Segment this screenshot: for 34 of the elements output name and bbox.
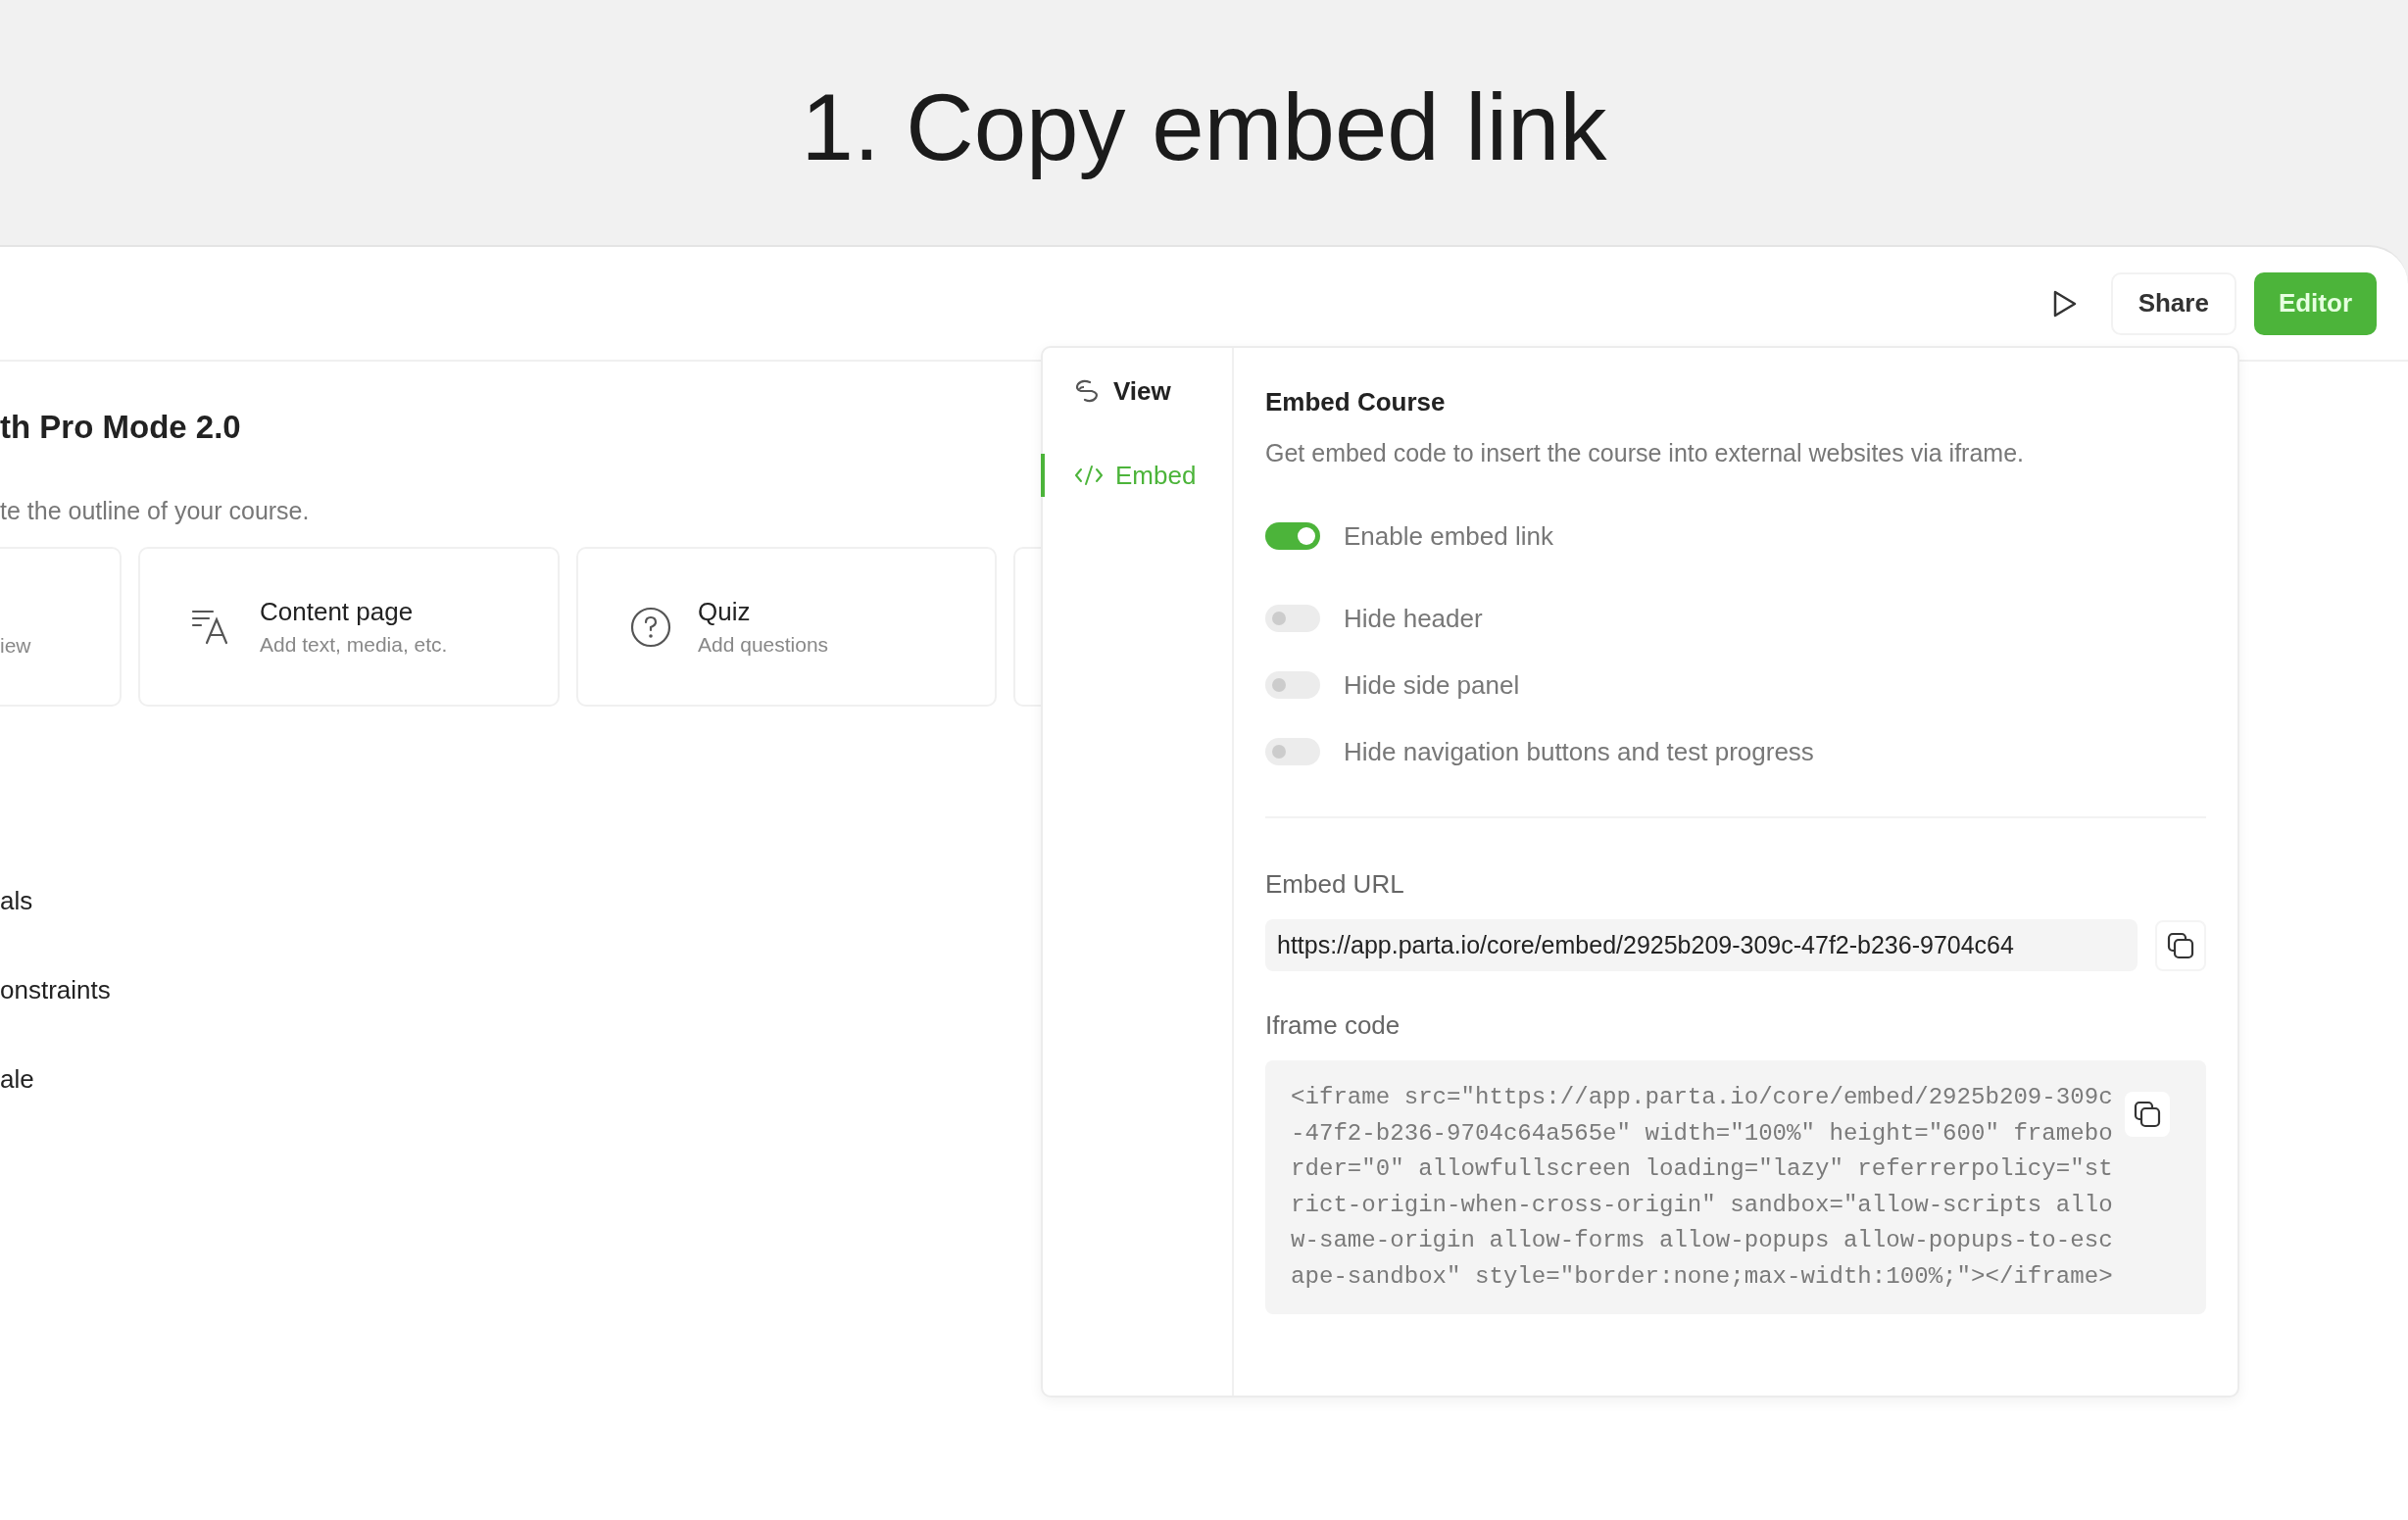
toggle-label: Hide side panel	[1344, 669, 1520, 701]
toggle-switch[interactable]	[1265, 671, 1320, 699]
course-title: th Pro Mode 2.0	[0, 409, 241, 446]
card-title: Content page	[260, 597, 415, 627]
code-icon	[1074, 464, 1104, 487]
copy-button[interactable]	[2155, 919, 2206, 971]
card[interactable]: Content page Add text, media, etc.	[138, 547, 560, 707]
toggle-label: Hide navigation buttons and test progress	[1344, 736, 1814, 767]
nav-tab[interactable]: View	[1041, 369, 1232, 413]
section-title: Embed Course	[1265, 387, 1447, 417]
card[interactable]: Quiz Add questions	[576, 547, 997, 707]
section-description: Get embed code to insert the course into external websites via iframe.	[1265, 439, 2025, 467]
page-heading: 1. Copy embed link	[801, 74, 1607, 181]
toggle-label: Hide header	[1344, 603, 1483, 634]
toggle-label: Enable embed link	[1344, 520, 1553, 552]
play-icon[interactable]	[2051, 288, 2078, 319]
code-text: <iframe src="https://app.parta.io/core/embed/2925b209-309c-47f2-b236-9704c64a565e" width="100%" height="600" frameborder="0" allowfullscreen loading="lazy" referrerpolicy="strict-origin-when-cross-origin" sandbox="allow-scripts allow-same-origin allow-forms allow-popups allow-popups-to-escape-sandbox" style="border:none;max-width:100%;"></iframe>	[1291, 1083, 2113, 1292]
card-description: iew	[0, 633, 31, 658]
url-field[interactable]: https://app.parta.io/core/embed/2925b209-309c-47f2-b236-9704c64	[1265, 919, 2138, 971]
toggle-switch[interactable]	[1265, 605, 1320, 632]
card-title: Quiz	[698, 597, 752, 627]
copy-button[interactable]	[2124, 1092, 2170, 1137]
toggle-switch[interactable]	[1265, 522, 1320, 550]
card[interactable]: iew	[0, 547, 122, 707]
copy-icon	[2166, 930, 2195, 960]
card-description: Add text, media, etc.	[260, 633, 448, 657]
question-icon	[629, 605, 672, 649]
card-description: Add questions	[698, 633, 829, 657]
course-subtitle: te the outline of your course.	[0, 497, 310, 525]
toggle-switch[interactable]	[1265, 738, 1320, 765]
field-label: Embed URL	[1265, 869, 1405, 900]
share-button[interactable]: Share	[2110, 271, 2236, 335]
copy-icon	[2132, 1100, 2162, 1129]
field-label: Iframe code	[1265, 1010, 1401, 1041]
